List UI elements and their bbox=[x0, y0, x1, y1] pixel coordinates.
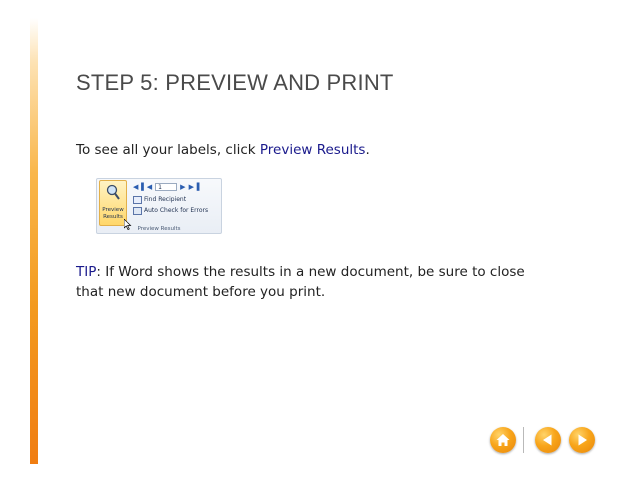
nav-divider bbox=[523, 427, 524, 453]
check-errors-icon bbox=[133, 207, 142, 215]
magnifier-icon bbox=[106, 184, 120, 200]
accent-bar bbox=[30, 18, 38, 464]
find-recipient-button[interactable]: Find Recipient bbox=[133, 196, 186, 204]
last-record-icon[interactable]: ▶▐ bbox=[189, 182, 200, 192]
preview-button-label-1: Preview bbox=[102, 207, 124, 213]
find-recipient-label: Find Recipient bbox=[144, 196, 187, 203]
ribbon-group-label: Preview Results bbox=[137, 226, 181, 232]
instruction-text: To see all your labels, click Preview Re… bbox=[76, 140, 370, 160]
find-recipient-icon bbox=[133, 196, 142, 204]
arrow-left-icon bbox=[543, 434, 552, 446]
record-navigation: ◀▐ ◀ 1 ▶ ▶▐ bbox=[133, 182, 199, 192]
next-slide-button[interactable] bbox=[569, 427, 595, 453]
slide-title: STEP 5: PREVIEW AND PRINT bbox=[76, 70, 394, 95]
tip-text: TIP: If Word shows the results in a new … bbox=[76, 262, 546, 302]
previous-slide-button[interactable] bbox=[535, 427, 561, 453]
auto-check-errors-button[interactable]: Auto Check for Errors bbox=[133, 207, 208, 215]
record-number-input[interactable]: 1 bbox=[155, 183, 178, 191]
preview-results-link[interactable]: Preview Results bbox=[260, 142, 366, 158]
home-button[interactable] bbox=[490, 427, 516, 453]
instruction-suffix: . bbox=[365, 142, 370, 158]
preview-results-button[interactable]: Preview Results bbox=[99, 180, 127, 226]
tip-label: TIP bbox=[76, 264, 97, 280]
auto-check-label: Auto Check for Errors bbox=[144, 207, 209, 214]
mouse-cursor-icon bbox=[124, 219, 132, 230]
home-icon bbox=[496, 434, 510, 446]
previous-record-icon[interactable]: ◀ bbox=[147, 182, 152, 192]
instruction-prefix: To see all your labels, click bbox=[76, 142, 260, 158]
preview-results-ribbon-group: Preview Results ◀▐ ◀ 1 ▶ ▶▐ Find Recipie… bbox=[96, 178, 222, 234]
first-record-icon[interactable]: ◀▐ bbox=[133, 182, 144, 192]
preview-button-label-2: Results bbox=[103, 214, 123, 220]
arrow-right-icon bbox=[578, 434, 587, 446]
next-record-icon[interactable]: ▶ bbox=[180, 182, 185, 192]
tip-body: : If Word shows the results in a new doc… bbox=[76, 264, 525, 300]
